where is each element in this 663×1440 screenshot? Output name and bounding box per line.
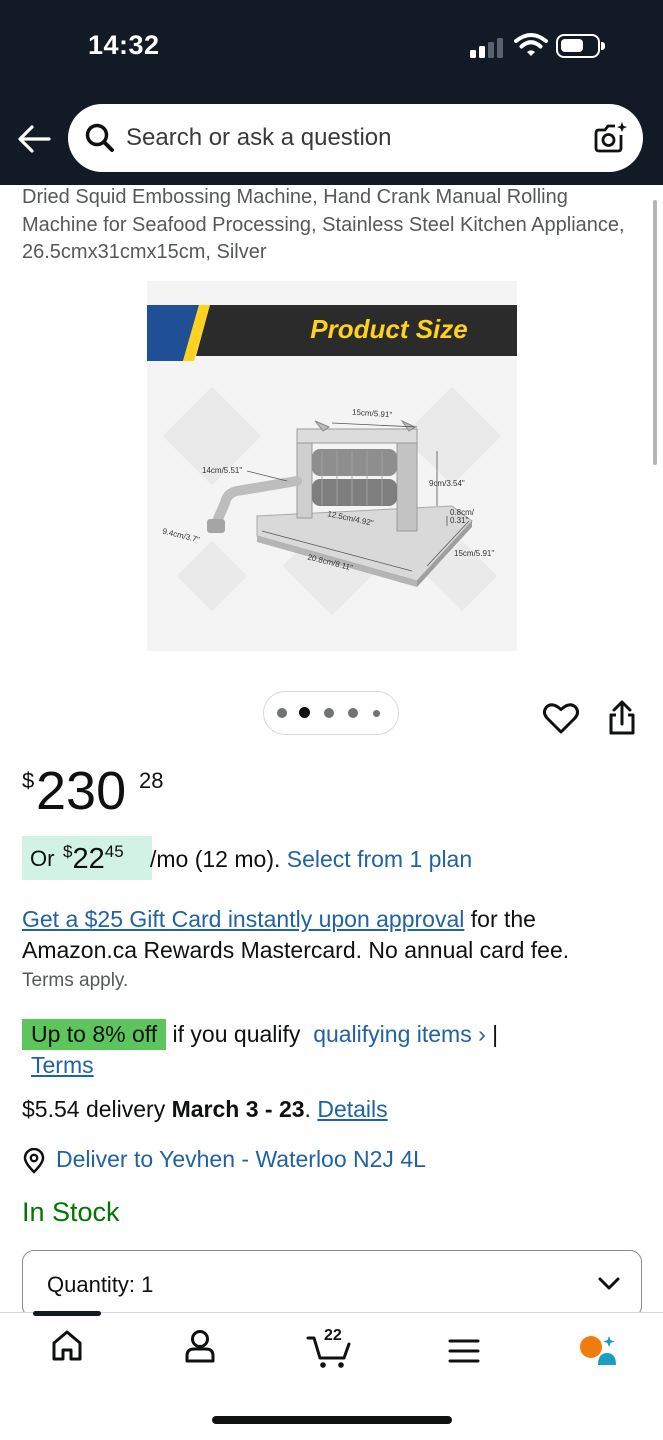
- image-banner: Product Size: [310, 314, 468, 344]
- app-header: 14:32: [0, 0, 663, 185]
- cart-count: 22: [324, 1327, 342, 1344]
- select-plan-link[interactable]: Select from 1 plan: [287, 846, 472, 872]
- home-icon[interactable]: [50, 1328, 84, 1364]
- dimension-label: 15cm/5.91": [454, 549, 495, 558]
- delivery-period: .: [304, 1096, 311, 1122]
- active-tab-indicator: [33, 1311, 101, 1316]
- carousel-dot[interactable]: [324, 708, 334, 718]
- product-title: Dried Squid Embossing Machine, Hand Cran…: [22, 186, 625, 263]
- camera-search-icon[interactable]: [593, 120, 629, 156]
- carousel-dot[interactable]: [277, 708, 287, 718]
- deliver-to-address[interactable]: Deliver to Yevhen - Waterloo N2J 4L: [56, 1146, 426, 1173]
- delivery-fee: $5.54 delivery: [22, 1096, 166, 1122]
- promo-offer: Up to 8% off if you qualify qualifying i…: [22, 1019, 647, 1081]
- stock-status: In Stock: [22, 1197, 120, 1227]
- promo-text: if you qualify: [172, 1021, 301, 1047]
- qualifying-items-link[interactable]: qualifying items ›: [313, 1021, 486, 1047]
- promo-badge: Up to 8% off: [22, 1019, 167, 1050]
- delivery-details-link[interactable]: Details: [317, 1096, 387, 1122]
- search-input[interactable]: [126, 122, 576, 154]
- assistant-icon[interactable]: [578, 1333, 618, 1369]
- installment-offer: Or $2245 /mo (12 mo). Select from 1 plan: [22, 836, 642, 880]
- search-bar[interactable]: [68, 104, 643, 172]
- carousel-dot[interactable]: [348, 708, 358, 718]
- menu-icon[interactable]: [448, 1338, 480, 1364]
- installment-prefix: Or: [30, 846, 55, 871]
- account-icon[interactable]: [184, 1328, 216, 1364]
- quantity-select[interactable]: Quantity: 1: [22, 1250, 642, 1318]
- back-arrow-icon[interactable]: [16, 121, 52, 157]
- carousel-dot-active[interactable]: [299, 707, 310, 718]
- quantity-text: Quantity: 1: [47, 1272, 154, 1297]
- product-image[interactable]: Product Size 15cm/5.91" 14cm/5.51" 9cm/3…: [147, 281, 517, 651]
- gift-card-link[interactable]: Get a $25 Gift Card instantly upon appro…: [22, 906, 464, 932]
- image-carousel-dots[interactable]: [263, 691, 399, 735]
- terms-apply: Terms apply.: [22, 970, 129, 991]
- delivery-info: $5.54 delivery March 3 - 23. Details: [22, 1096, 388, 1123]
- chevron-down-icon: [598, 1277, 620, 1290]
- rewards-offer: Get a $25 Gift Card instantly upon appro…: [22, 904, 647, 966]
- battery-icon: [556, 34, 605, 58]
- search-icon: [85, 123, 114, 152]
- dimension-label: 14cm/5.51": [202, 466, 243, 475]
- price-fraction: 28: [139, 768, 164, 793]
- promo-terms-link[interactable]: Terms: [22, 1052, 94, 1078]
- price-symbol: $: [22, 768, 35, 793]
- installment-terms: /mo (12 mo). Select from 1 plan: [150, 846, 473, 872]
- cellular-signal-icon: [470, 36, 506, 58]
- home-indicator: [212, 1416, 452, 1424]
- share-icon[interactable]: [607, 700, 637, 736]
- heart-icon[interactable]: [543, 702, 579, 734]
- scrollbar[interactable]: [653, 200, 657, 465]
- wifi-icon: [514, 33, 548, 56]
- delivery-dates: March 3 - 23: [171, 1096, 305, 1122]
- installment-amount: $2245: [63, 842, 124, 875]
- status-time: 14:32: [88, 30, 160, 60]
- carousel-dot[interactable]: [373, 710, 380, 717]
- promo-separator: |: [492, 1021, 499, 1047]
- location-pin-icon: [23, 1148, 45, 1174]
- dimension-label: 9cm/3.54": [429, 479, 465, 488]
- price-whole: 230: [36, 761, 127, 821]
- dimension-label: 0.8cm/ 0.31": [450, 508, 475, 525]
